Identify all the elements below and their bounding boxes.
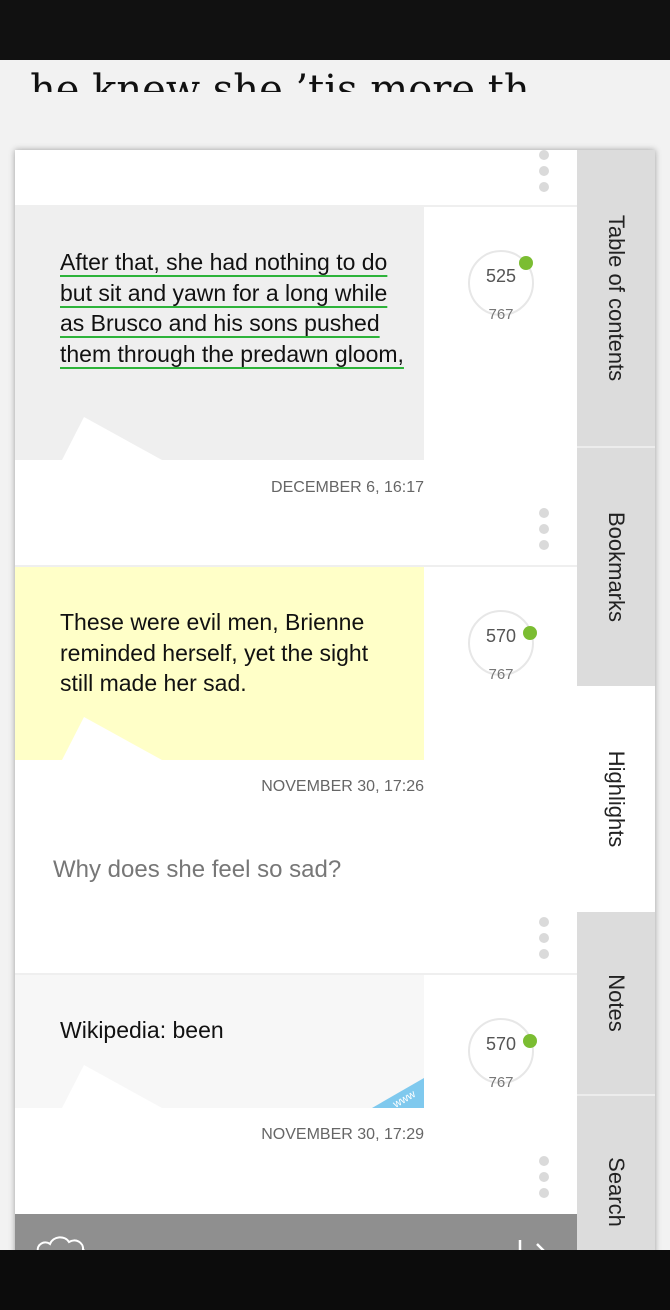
page-number: 570	[485, 626, 517, 646]
wikipedia-corner-icon: www	[372, 1078, 424, 1108]
highlight-date: NOVEMBER 30, 17:29	[261, 1126, 424, 1143]
page-progress: 570 767	[468, 1018, 537, 1091]
page-progress: 525 767	[468, 250, 534, 323]
navigation-bar	[0, 1250, 670, 1310]
quote-tail	[62, 717, 162, 760]
page-progress: 570 767	[468, 610, 537, 683]
tab-bookmarks[interactable]: Bookmarks	[577, 448, 655, 686]
highlight-date: DECEMBER 6, 16:17	[271, 479, 424, 496]
quote-tail	[62, 1065, 162, 1108]
tab-label: Search	[604, 1157, 629, 1227]
page-total: 767	[488, 306, 514, 323]
tab-label: Notes	[604, 974, 629, 1032]
page-total: 767	[488, 666, 514, 683]
tab-label: Table of contents	[604, 214, 629, 382]
tab-highlights[interactable]: Highlights	[577, 686, 655, 912]
book-page: he knew she ’tis more th After that, she…	[0, 60, 670, 1288]
highlights-panel: After that, she had nothing to do but si…	[15, 150, 655, 1288]
highlight-card[interactable]: After that, she had nothing to do but si…	[15, 207, 424, 460]
page-total: 767	[488, 1074, 514, 1091]
book-page-text: he knew she ’tis more th	[30, 70, 670, 92]
highlight-note[interactable]: Why does she feel so sad?	[53, 856, 341, 884]
tab-label: Highlights	[604, 750, 629, 848]
highlight-text: These were evil men, Brienne reminded he…	[60, 609, 369, 696]
status-bar	[0, 0, 670, 60]
tab-label: Bookmarks	[604, 511, 629, 623]
highlight-text: Wikipedia: been	[60, 1017, 224, 1043]
more-options-icon[interactable]	[534, 508, 554, 558]
quote-tail	[62, 417, 162, 460]
highlight-date: NOVEMBER 30, 17:26	[261, 778, 424, 795]
highlights-list[interactable]: After that, she had nothing to do but si…	[15, 150, 577, 1214]
highlight-card[interactable]: These were evil men, Brienne reminded he…	[15, 567, 424, 760]
side-tabs: Table of contents Bookmarks Highlights N…	[577, 150, 655, 1288]
more-options-icon[interactable]	[534, 150, 554, 200]
tab-table-of-contents[interactable]: Table of contents	[577, 150, 655, 446]
highlight-text: After that, she had nothing to do but si…	[60, 249, 404, 367]
more-options-icon[interactable]	[534, 1156, 554, 1206]
page-number: 570	[485, 1034, 517, 1054]
more-options-icon[interactable]	[534, 917, 554, 967]
page-number: 525	[485, 266, 517, 286]
highlight-card[interactable]: Wikipedia: been www	[15, 975, 424, 1108]
tab-notes[interactable]: Notes	[577, 912, 655, 1094]
